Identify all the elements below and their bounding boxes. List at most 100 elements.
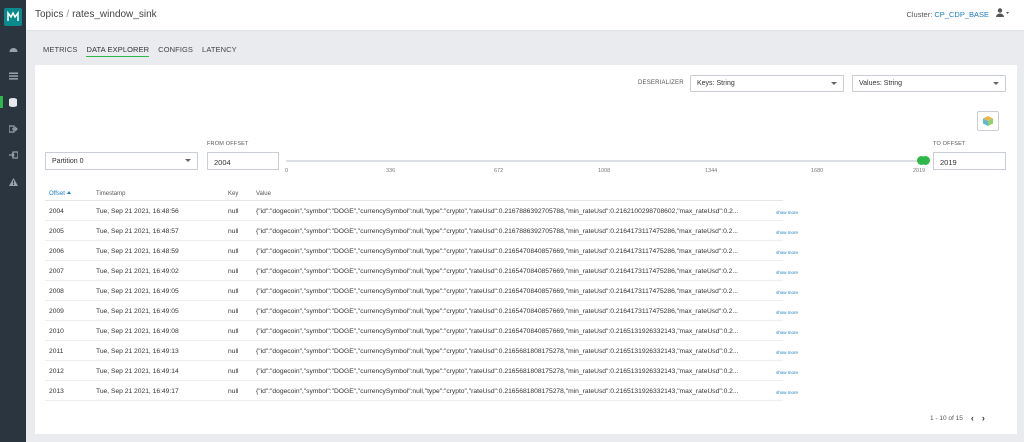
tab-configs[interactable]: CONFIGS (158, 45, 193, 57)
row-offset: 2008 (49, 288, 64, 295)
row-offset: 2012 (49, 368, 64, 375)
cube-icon (983, 116, 993, 126)
database-icon[interactable] (0, 95, 26, 109)
row-offset: 2006 (49, 248, 64, 255)
slider-tick-label: 2019 (913, 168, 926, 174)
row-key: null (228, 308, 239, 315)
table-row[interactable]: 2008 Tue, Sep 21 2021, 16:49:05 null {"id":… (45, 281, 798, 301)
row-key: null (228, 208, 239, 215)
chevron-down-icon (831, 82, 837, 85)
row-value: {"id":"dogecoin","symbol":"DOGE","curren… (256, 208, 739, 215)
to-offset-label: TO OFFSET (933, 141, 966, 147)
row-timestamp: Tue, Sep 21 2021, 16:49:13 (96, 348, 179, 355)
row-offset: 2010 (49, 328, 64, 335)
list-icon[interactable] (0, 69, 26, 83)
show-more-link[interactable]: show more (776, 210, 798, 215)
tab-data-explorer[interactable]: DATA EXPLORER (86, 45, 150, 57)
dashboard-icon[interactable] (0, 42, 26, 56)
table-row[interactable]: 2011 Tue, Sep 21 2021, 16:49:13 null {"id":… (45, 341, 798, 361)
row-timestamp: Tue, Sep 21 2021, 16:48:59 (96, 248, 179, 255)
row-timestamp: Tue, Sep 21 2021, 16:49:17 (96, 388, 179, 395)
offset-slider-track[interactable] (286, 160, 926, 162)
show-more-link[interactable]: show more (776, 270, 798, 275)
show-more-link[interactable]: show more (776, 350, 798, 355)
table-row[interactable]: 2012 Tue, Sep 21 2021, 16:49:14 null {"id":… (45, 361, 798, 381)
show-more-link[interactable]: show more (776, 330, 798, 335)
row-timestamp: Tue, Sep 21 2021, 16:49:14 (96, 368, 179, 375)
table-row[interactable]: 2007 Tue, Sep 21 2021, 16:49:02 null {"id":… (45, 261, 798, 281)
row-offset: 2009 (49, 308, 64, 315)
show-more-link[interactable]: show more (776, 290, 798, 295)
tab-metrics[interactable]: METRICS (43, 45, 77, 57)
keys-deserializer-select[interactable]: Keys: String (690, 75, 844, 92)
from-offset-input[interactable]: 2004 (207, 152, 279, 170)
deserializer-label: DESERIALIZER (638, 80, 684, 86)
import-icon[interactable] (0, 148, 26, 162)
cube-button[interactable] (977, 111, 999, 131)
show-more-link[interactable]: show more (776, 390, 798, 395)
data-explorer-panel: DESERIALIZER Keys: String Values: String… (35, 65, 1017, 434)
column-header-timestamp: Timestamp (96, 191, 126, 197)
side-nav (0, 0, 26, 442)
breadcrumb-topics-link[interactable]: Topics (35, 9, 63, 20)
topic-name: rates_window_sink (72, 9, 157, 20)
table-row[interactable]: 2006 Tue, Sep 21 2021, 16:48:59 null {"id":… (45, 241, 798, 261)
row-value: {"id":"dogecoin","symbol":"DOGE","curren… (256, 348, 739, 355)
show-more-link[interactable]: show more (776, 250, 798, 255)
top-header: Topics / rates_window_sink Cluster: CP_CDP… (26, 0, 1024, 31)
row-key: null (228, 328, 239, 335)
pagination-label: 1 - 10 of 15 (930, 414, 963, 422)
export-icon[interactable] (0, 122, 26, 136)
cluster-indicator: Cluster: CP_CDP_BASE (906, 10, 989, 19)
breadcrumb-separator: / (66, 9, 70, 20)
table-row[interactable]: 2004 Tue, Sep 21 2021, 16:48:56 null {"id":… (45, 201, 798, 221)
messages-table: Offset Timestamp Key Value 2004 Tue, Sep … (45, 189, 798, 401)
breadcrumb: Topics / rates_window_sink (35, 9, 157, 20)
partition-value: Partition 0 (52, 158, 84, 165)
row-timestamp: Tue, Sep 21 2021, 16:49:08 (96, 328, 179, 335)
show-more-link[interactable]: show more (776, 310, 798, 315)
slider-tick-label: 1344 (705, 168, 718, 174)
row-key: null (228, 368, 239, 375)
table-row[interactable]: 2010 Tue, Sep 21 2021, 16:49:08 null {"id":… (45, 321, 798, 341)
cluster-label: Cluster: (906, 10, 933, 19)
column-header-offset[interactable]: Offset (49, 191, 71, 197)
show-more-link[interactable]: show more (776, 230, 798, 235)
row-key: null (228, 348, 239, 355)
row-timestamp: Tue, Sep 21 2021, 16:49:05 (96, 288, 179, 295)
to-offset-input[interactable]: 2019 (933, 152, 1006, 170)
to-offset-handle[interactable] (921, 156, 930, 165)
table-row[interactable]: 2013 Tue, Sep 21 2021, 16:49:17 null {"id":… (45, 381, 798, 401)
partition-select[interactable]: Partition 0 (45, 152, 198, 170)
row-timestamp: Tue, Sep 21 2021, 16:49:05 (96, 308, 179, 315)
column-header-offset-label: Offset (49, 191, 65, 197)
row-timestamp: Tue, Sep 21 2021, 16:48:56 (96, 208, 179, 215)
row-value: {"id":"dogecoin","symbol":"DOGE","curren… (256, 248, 738, 255)
row-value: {"id":"dogecoin","symbol":"DOGE","curren… (256, 388, 739, 395)
row-value: {"id":"dogecoin","symbol":"DOGE","curren… (256, 328, 739, 335)
values-deserializer-select[interactable]: Values: String (852, 75, 1006, 92)
chevron-left-icon[interactable]: ‹ (971, 413, 974, 423)
cluster-name-link[interactable]: CP_CDP_BASE (934, 10, 989, 19)
row-offset: 2011 (49, 348, 64, 355)
user-menu[interactable] (996, 8, 1010, 17)
row-key: null (228, 228, 239, 235)
values-deserializer-value: Values: String (859, 80, 903, 87)
show-more-link[interactable]: show more (776, 370, 798, 375)
row-timestamp: Tue, Sep 21 2021, 16:49:02 (96, 268, 179, 275)
warning-icon[interactable] (0, 175, 26, 189)
row-value: {"id":"dogecoin","symbol":"DOGE","curren… (256, 308, 738, 315)
table-row[interactable]: 2009 Tue, Sep 21 2021, 16:49:05 null {"id":… (45, 301, 798, 321)
table-body: 2004 Tue, Sep 21 2021, 16:48:56 null {"id":… (45, 201, 798, 401)
tab-latency[interactable]: LATENCY (202, 45, 237, 57)
row-offset: 2007 (49, 268, 64, 275)
table-row[interactable]: 2005 Tue, Sep 21 2021, 16:48:57 null {"id":… (45, 221, 798, 241)
pagination: 1 - 10 of 15 ‹ › (930, 413, 985, 423)
topic-tabs: METRICS DATA EXPLORER CONFIGS LATENCY (43, 45, 237, 57)
user-icon (996, 8, 1009, 17)
from-offset-label: FROM OFFSET (207, 141, 249, 147)
row-value: {"id":"dogecoin","symbol":"DOGE","curren… (256, 228, 738, 235)
chevron-right-icon[interactable]: › (982, 413, 985, 423)
app-logo-icon[interactable] (4, 8, 22, 26)
row-value: {"id":"dogecoin","symbol":"DOGE","curren… (256, 268, 738, 275)
